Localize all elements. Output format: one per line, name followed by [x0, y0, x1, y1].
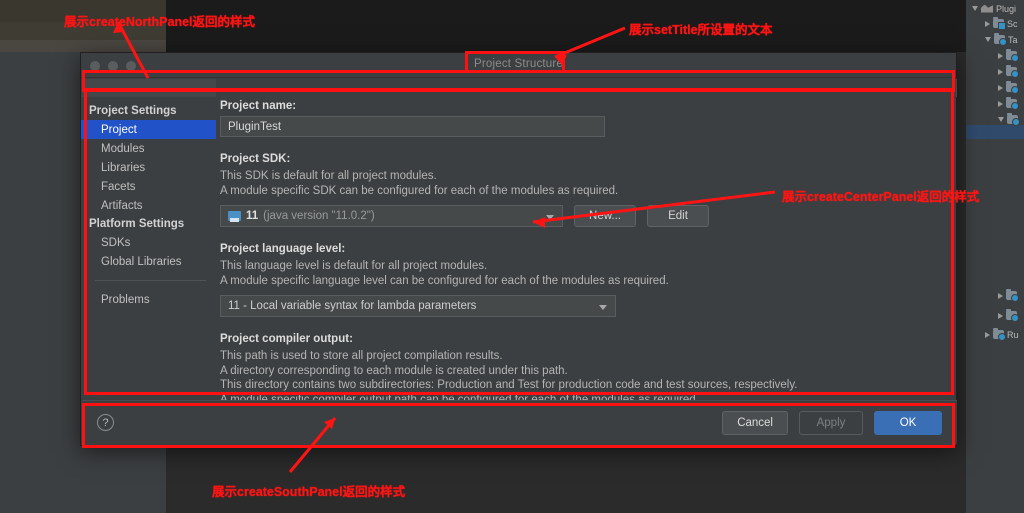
- tree-row[interactable]: [998, 80, 1020, 95]
- folder-icon: [1006, 65, 1019, 78]
- compiler-output-desc-1: This path is used to store all project c…: [220, 350, 503, 362]
- tree-row-label: Ru: [1007, 329, 1019, 340]
- chevron-down-icon[interactable]: [972, 6, 978, 11]
- sidebar-group-platform-settings: Platform Settings: [89, 218, 185, 230]
- apply-button: Apply: [799, 410, 863, 435]
- tree-row[interactable]: [998, 308, 1020, 323]
- project-sdk-label: Project SDK:: [220, 153, 291, 165]
- chevron-down-icon: [599, 305, 607, 310]
- folder-icon: [993, 328, 1006, 341]
- new-sdk-button[interactable]: New...: [574, 205, 636, 227]
- folder-icon: [1006, 49, 1019, 62]
- sidebar-item-problems[interactable]: Problems: [81, 290, 216, 309]
- project-name-input[interactable]: PluginTest: [220, 116, 605, 137]
- language-level-block: Project language level: This language le…: [220, 243, 926, 317]
- cancel-button[interactable]: Cancel: [722, 410, 788, 435]
- language-level-value: 11 - Local variable syntax for lambda pa…: [228, 300, 477, 312]
- dialog-body: Project Settings Project Modules Librari…: [81, 78, 956, 435]
- tree-row[interactable]: Plugi: [972, 1, 1016, 16]
- folder-icon: [1007, 113, 1020, 126]
- chevron-right-icon[interactable]: [998, 292, 1003, 299]
- project-sdk-combobox[interactable]: 11 (java version "11.0.2"): [220, 205, 563, 227]
- project-sdk-detail: (java version "11.0.2"): [263, 210, 375, 222]
- sidebar-item-project[interactable]: Project: [81, 120, 216, 139]
- dialog-titlebar: Project Structure: [81, 53, 956, 78]
- compiler-output-label: Project compiler output:: [220, 333, 353, 345]
- ide-bg-strip-2: [0, 40, 166, 52]
- help-button[interactable]: ?: [97, 414, 114, 431]
- sidebar-divider: [95, 280, 206, 281]
- tree-row[interactable]: [998, 96, 1020, 111]
- chevron-right-icon[interactable]: [998, 312, 1003, 319]
- language-level-label: Project language level:: [220, 243, 346, 255]
- folder-icon: [1006, 289, 1019, 302]
- language-level-combobox[interactable]: 11 - Local variable syntax for lambda pa…: [220, 295, 616, 317]
- language-level-desc-1: This language level is default for all p…: [220, 260, 488, 272]
- tree-row[interactable]: Ru: [985, 327, 1019, 342]
- sidebar-group-project-settings: Project Settings: [89, 105, 177, 117]
- folder-icon: [1006, 81, 1019, 94]
- sidebar-item-facets[interactable]: Facets: [81, 177, 216, 196]
- annotation-label-title: 展示setTitle所设置的文本: [629, 23, 773, 37]
- project-module-icon: [981, 4, 993, 13]
- south-panel: ? Cancel Apply OK: [82, 400, 957, 444]
- compiler-output-desc-3: This directory contains two subdirectori…: [220, 379, 798, 391]
- folder-icon: [993, 17, 1006, 30]
- ide-bg-top-strip: [166, 0, 966, 52]
- settings-category-sidebar[interactable]: Project Settings Project Modules Librari…: [81, 78, 216, 422]
- ok-button[interactable]: OK: [874, 410, 942, 435]
- tree-row[interactable]: [998, 288, 1020, 303]
- chevron-right-icon[interactable]: [985, 331, 990, 338]
- center-panel: Project name: PluginTest Project SDK: Th…: [216, 78, 956, 435]
- project-structure-dialog: Project Structure Project Settings Proje…: [80, 52, 957, 446]
- annotation-label-center: 展示createCenterPanel返回的样式: [782, 190, 980, 204]
- project-tool-window-tree[interactable]: Plugi Sc Ta Ru: [966, 0, 1024, 513]
- chevron-down-icon[interactable]: [998, 117, 1004, 122]
- dialog-title: Project Structure: [473, 58, 564, 70]
- tree-row-label: Ta: [1008, 34, 1018, 45]
- annotation-label-south: 展示createSouthPanel返回的样式: [212, 485, 406, 499]
- chevron-right-icon[interactable]: [985, 20, 990, 27]
- project-name-label: Project name:: [220, 100, 297, 112]
- project-sdk-row: 11 (java version "11.0.2") New... Edit: [220, 205, 926, 227]
- folder-icon: [1006, 97, 1019, 110]
- compiler-output-desc-2: A directory corresponding to each module…: [220, 364, 568, 377]
- tree-row-label: Plugi: [996, 3, 1017, 14]
- tree-row[interactable]: [998, 48, 1020, 63]
- project-sdk-desc-1: This SDK is default for all project modu…: [220, 170, 437, 182]
- folder-icon: [994, 33, 1007, 46]
- annotation-label-north: 展示createNorthPanel返回的样式: [64, 15, 256, 29]
- sidebar-item-libraries[interactable]: Libraries: [81, 158, 216, 177]
- chevron-right-icon[interactable]: [998, 52, 1003, 59]
- sidebar-item-sdks[interactable]: SDKs: [81, 233, 216, 252]
- project-name-block: Project name: PluginTest: [220, 100, 926, 137]
- folder-icon: [1006, 309, 1019, 322]
- chevron-down-icon[interactable]: [985, 37, 991, 42]
- tree-row-label: Sc: [1007, 18, 1018, 29]
- chevron-right-icon[interactable]: [998, 84, 1003, 91]
- sidebar-item-global-libraries[interactable]: Global Libraries: [81, 252, 216, 271]
- edit-sdk-button[interactable]: Edit: [647, 205, 709, 227]
- chevron-right-icon[interactable]: [998, 100, 1003, 107]
- tree-row[interactable]: Sc: [985, 16, 1018, 31]
- sdk-folder-icon: [228, 211, 241, 222]
- sidebar-item-modules[interactable]: Modules: [81, 139, 216, 158]
- tree-row[interactable]: [998, 64, 1020, 79]
- sidebar-item-artifacts[interactable]: Artifacts: [81, 196, 216, 215]
- language-level-desc-2: A module specific language level can be …: [220, 274, 669, 287]
- tree-row[interactable]: Ta: [985, 32, 1018, 47]
- chevron-right-icon[interactable]: [998, 68, 1003, 75]
- chevron-down-icon: [546, 215, 554, 220]
- tree-row[interactable]: [998, 112, 1021, 127]
- project-sdk-version: 11: [246, 210, 259, 222]
